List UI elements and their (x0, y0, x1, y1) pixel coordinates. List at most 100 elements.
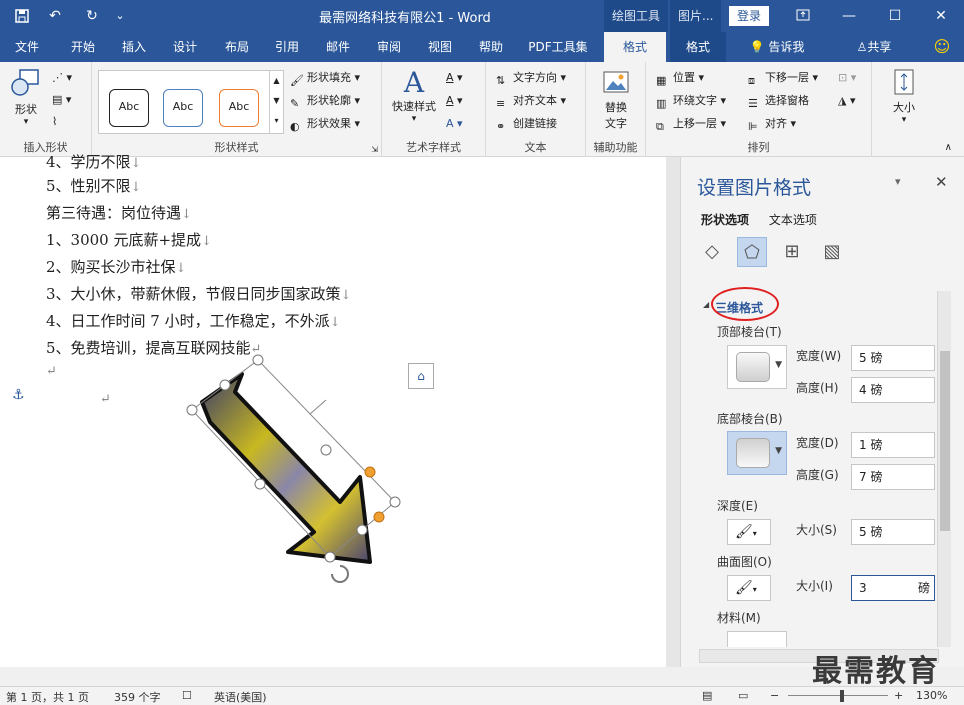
edit-points-icon[interactable]: ⌇ (52, 114, 57, 130)
customize-qat-icon[interactable]: ⌄ (110, 6, 130, 26)
zoom-slider-thumb[interactable] (840, 690, 844, 702)
tab-home[interactable]: 开始 (56, 32, 110, 62)
text-direction-button[interactable]: ⇅ 文字方向 ▾ (496, 70, 566, 87)
material-label: 材料(M) (717, 611, 761, 625)
tab-design[interactable]: 设计 (160, 32, 210, 62)
depth-color-button[interactable]: 🖌▾ (727, 519, 771, 545)
tab-format-picture[interactable]: 格式 (670, 32, 726, 62)
layout-options-icon[interactable]: ⌂ (408, 363, 434, 389)
smiley-icon[interactable]: ☺ (926, 32, 958, 62)
bring-forward-button[interactable]: ⧉ 上移一层 ▾ (656, 116, 726, 133)
tab-insert[interactable]: 插入 (108, 32, 160, 62)
text-effects-icon[interactable]: A ▾ (446, 116, 463, 132)
group-objects-icon[interactable]: ⊡ ▾ (838, 70, 856, 86)
material-dropdown[interactable] (727, 631, 787, 647)
zoom-in-button[interactable]: + (894, 689, 903, 702)
page-count[interactable]: 第 1 页，共 1 页 (6, 689, 89, 705)
undo-icon[interactable]: ↶ (42, 6, 68, 26)
dialog-launcher-icon[interactable]: ⇲ (371, 145, 378, 154)
pane-scroll-thumb[interactable] (940, 351, 950, 531)
minimize-icon[interactable]: — (826, 0, 872, 32)
pane-scrollbar[interactable] (937, 291, 951, 647)
contour-color-button[interactable]: 🖌▾ (727, 575, 771, 601)
text-fill-icon[interactable]: A ▾ (446, 70, 463, 86)
top-bevel-dropdown[interactable]: ▼ (727, 345, 787, 389)
depth-size-input[interactable]: 5 磅 (851, 519, 935, 545)
create-link-button[interactable]: ⚭ 创建链接 (496, 116, 557, 133)
pen-icon: ✎ (290, 97, 300, 110)
close-icon[interactable]: ✕ (918, 0, 964, 32)
tab-format-drawing[interactable]: 格式 (604, 32, 666, 62)
send-backward-button[interactable]: ⧈ 下移一层 ▾ (748, 70, 818, 87)
selection-pane-button[interactable]: ☰ 选择窗格 (748, 93, 809, 110)
arrow-picture[interactable] (180, 352, 410, 602)
top-width-input[interactable]: 5 磅 (851, 345, 935, 371)
position-button[interactable]: ▦ 位置 ▾ (656, 70, 704, 87)
align-button[interactable]: ⊫ 对齐 ▾ (748, 116, 796, 133)
tab-references[interactable]: 引用 (262, 32, 312, 62)
alt-text-button[interactable]: 替换 文字 (596, 70, 636, 131)
document-scrollbar[interactable] (666, 157, 680, 667)
save-icon[interactable] (10, 6, 34, 26)
size-button[interactable]: 大小 ▾ (886, 68, 922, 125)
status-bar: 第 1 页，共 1 页 359 个字 ☐ 英语(美国) ▤ ▭ − + 130% (0, 686, 964, 705)
shapes-button[interactable]: 形状 ▾ (8, 68, 44, 127)
rotate-icon[interactable]: ◮ ▾ (838, 93, 855, 109)
zoom-level[interactable]: 130% (916, 689, 947, 702)
text-outline-icon[interactable]: A ▾ (446, 93, 463, 109)
bottom-width-input[interactable]: 1 磅 (851, 432, 935, 458)
shape-effects-button[interactable]: ◐ 形状效果 ▾ (290, 116, 360, 133)
text-box-icon[interactable]: ▤ ▾ (52, 92, 71, 108)
bottom-bevel-label: 底部棱台(B) (717, 412, 783, 426)
tab-view[interactable]: 视图 (414, 32, 466, 62)
wrap-text-button[interactable]: ▥ 环绕文字 ▾ (656, 93, 726, 110)
tab-shape-options[interactable]: 形状选项 (701, 211, 749, 231)
quick-styles-button[interactable]: A 快速样式 ▾ (388, 68, 440, 125)
document-page[interactable]: 4、学历不限↓ 5、性别不限↓ 第三待遇：岗位待遇↓ 1、3000 元底薪+提成… (0, 153, 666, 667)
share-button[interactable]: ♙共享 (846, 32, 902, 62)
tab-tell-me[interactable]: 💡 告诉我 (742, 32, 812, 62)
effects-pentagon-icon[interactable]: ⬠ (737, 237, 767, 267)
shape-fill-button[interactable]: 🖌 形状填充 ▾ (290, 70, 360, 87)
ribbon-display-icon[interactable] (780, 0, 826, 32)
redo-icon[interactable]: ↻ (80, 6, 104, 26)
maximize-icon[interactable]: ☐ (872, 0, 918, 32)
depth-size-label: 大小(S) (796, 523, 837, 537)
shape-style-1[interactable]: Abc (109, 89, 149, 127)
shape-outline-button[interactable]: ✎ 形状轮廓 ▾ (290, 93, 360, 110)
bottom-bevel-dropdown[interactable]: ▼ (727, 431, 787, 475)
collapse-section-icon[interactable]: ◢ (703, 300, 709, 309)
pane-close-icon[interactable]: ✕ (935, 173, 948, 191)
tab-mailings[interactable]: 邮件 (312, 32, 364, 62)
picture-icon[interactable]: ▧ (817, 237, 847, 267)
tab-pdf-tools[interactable]: PDF工具集 (518, 32, 598, 62)
tab-text-options[interactable]: 文本选项 (769, 211, 817, 231)
shape-style-3[interactable]: Abc (219, 89, 259, 127)
top-height-label: 高度(H) (796, 381, 839, 395)
gallery-scroll[interactable]: ▲ ▼ ▾ (269, 71, 283, 133)
tab-review[interactable]: 审阅 (364, 32, 414, 62)
word-count[interactable]: 359 个字 (114, 689, 161, 705)
collapse-ribbon-icon[interactable]: ∧ (945, 142, 952, 153)
print-layout-icon[interactable]: ▤ (702, 689, 712, 702)
fill-line-icon[interactable]: ◇ (697, 237, 727, 267)
proofing-icon[interactable]: ☐ (182, 689, 192, 702)
language-indicator[interactable]: 英语(美国) (214, 689, 267, 705)
tab-file[interactable]: 文件 (0, 32, 54, 62)
login-button[interactable]: 登录 (729, 6, 769, 26)
web-layout-icon[interactable]: ▭ (738, 689, 748, 702)
zoom-out-button[interactable]: − (770, 689, 779, 702)
bottom-height-input[interactable]: 7 磅 (851, 464, 935, 490)
tab-layout[interactable]: 布局 (212, 32, 262, 62)
edit-shape-icon[interactable]: ⋰ ▾ (52, 70, 72, 86)
align-icon: ⊫ (748, 120, 758, 133)
align-text-button[interactable]: ≡ 对齐文本 ▾ (496, 93, 566, 110)
group-label-arrange: 排列 (747, 141, 770, 154)
shape-style-2[interactable]: Abc (163, 89, 203, 127)
top-height-input[interactable]: 4 磅 (851, 377, 935, 403)
pane-options-icon[interactable]: ▾ (895, 175, 901, 188)
tab-help[interactable]: 帮助 (466, 32, 516, 62)
contour-size-input[interactable]: 3磅 (851, 575, 935, 601)
layout-properties-icon[interactable]: ⊞ (777, 237, 807, 267)
zoom-slider[interactable] (788, 695, 888, 696)
